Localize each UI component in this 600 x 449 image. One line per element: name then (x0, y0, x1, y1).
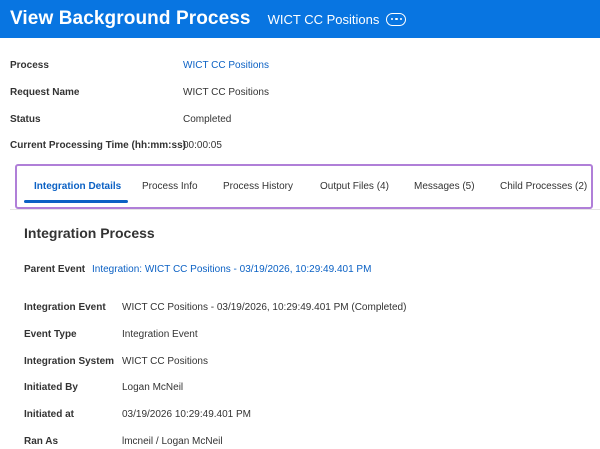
tab-messages[interactable]: Messages (5) (414, 181, 475, 192)
integration-system-label: Integration System (24, 356, 115, 367)
processing-time-label: Current Processing Time (hh:mm:ss) (10, 140, 186, 151)
processing-time-value: 00:00:05 (183, 140, 222, 151)
tab-child-processes[interactable]: Child Processes (2) (500, 181, 587, 192)
request-name-value: WICT CC Positions (183, 87, 269, 98)
ran-as-label: Ran As (24, 436, 59, 447)
tab-process-history[interactable]: Process History (223, 181, 293, 192)
initiated-by-label: Initiated By (24, 382, 78, 393)
section-title: Integration Process (24, 225, 155, 241)
tab-process-info[interactable]: Process Info (142, 181, 198, 192)
process-label: Process (10, 60, 49, 71)
tab-integration-details[interactable]: Integration Details (34, 181, 121, 192)
tab-divider (10, 209, 600, 210)
request-name-label: Request Name (10, 87, 80, 98)
integration-system-link[interactable]: WICT CC Positions (122, 356, 208, 367)
process-link[interactable]: WICT CC Positions (183, 60, 269, 71)
active-tab-indicator (24, 200, 128, 203)
ellipsis-icon[interactable] (386, 12, 407, 26)
initiated-by-link[interactable]: Logan McNeil (122, 382, 183, 393)
integration-event-link[interactable]: WICT CC Positions - 03/19/2026, 10:29:49… (122, 302, 406, 313)
status-value: Completed (183, 114, 232, 125)
page-title: View Background Process (10, 8, 251, 29)
integration-event-label: Integration Event (24, 302, 106, 313)
tab-output-files[interactable]: Output Files (4) (320, 181, 389, 192)
ran-as-value: lmcneil / Logan McNeil (122, 436, 223, 447)
status-label: Status (10, 114, 41, 125)
initiated-at-label: Initiated at (24, 409, 75, 420)
initiated-at-value: 03/19/2026 10:29:49.401 PM (122, 409, 251, 420)
page-header: View Background Process WICT CC Position… (0, 0, 600, 38)
parent-event-label: Parent Event (24, 264, 86, 275)
event-type-label: Event Type (24, 329, 77, 340)
event-type-value: Integration Event (122, 329, 198, 340)
page-subtitle: WICT CC Positions (267, 11, 380, 27)
parent-event-link[interactable]: Integration: WICT CC Positions - 03/19/2… (92, 264, 371, 275)
